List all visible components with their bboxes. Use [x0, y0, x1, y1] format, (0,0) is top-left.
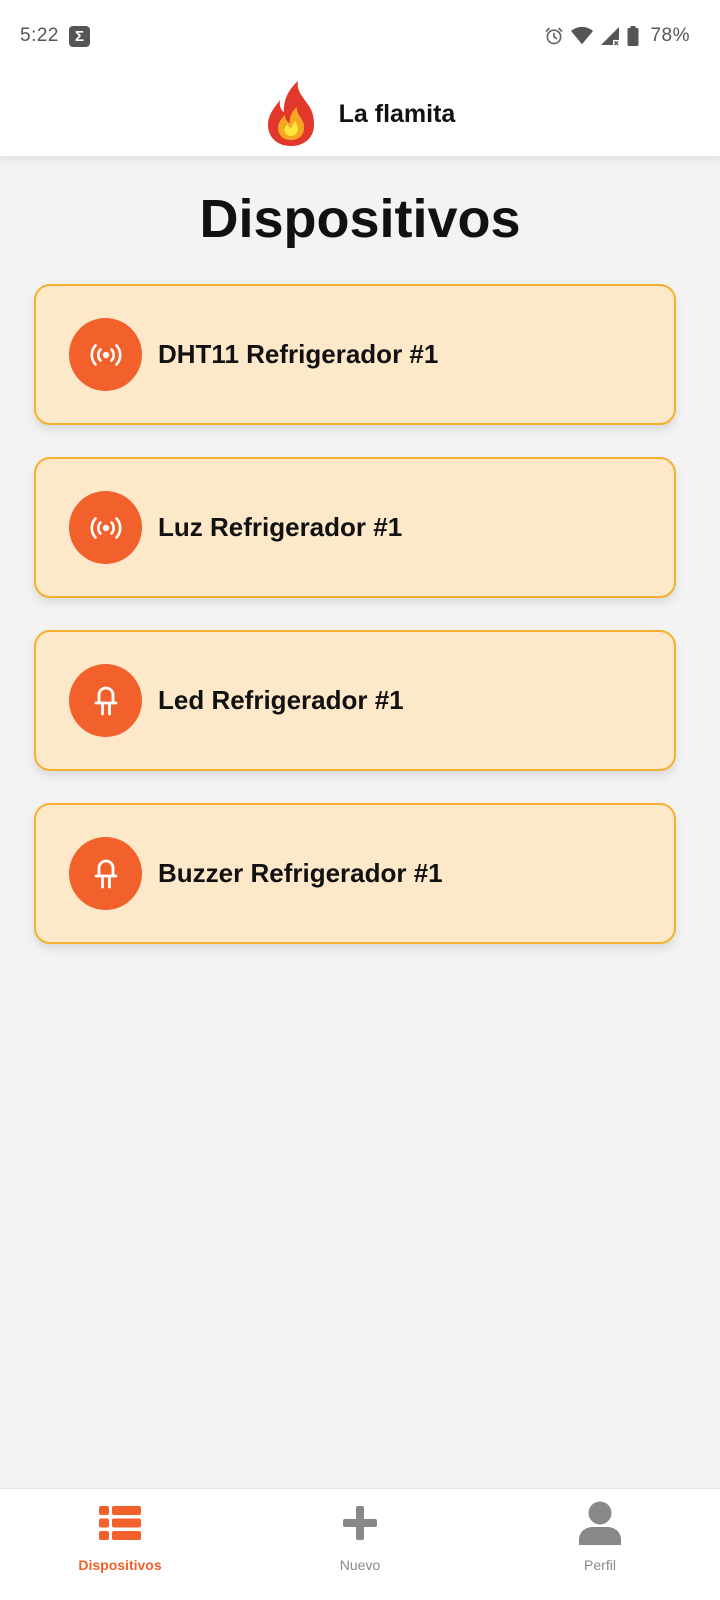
alarm-icon — [546, 27, 563, 45]
device-card[interactable]: Led Refrigerador #1 — [34, 630, 676, 771]
list-icon — [99, 1501, 141, 1545]
cell-signal-icon — [601, 27, 620, 46]
user-icon — [579, 1501, 621, 1545]
device-name: Led Refrigerador #1 — [158, 685, 404, 715]
app-header: La flamita — [0, 72, 720, 158]
nav-item-dispositivos[interactable]: Dispositivos — [30, 1489, 210, 1573]
status-time: 5:22 — [20, 25, 59, 46]
device-card[interactable]: DHT11 Refrigerador #1 — [34, 284, 676, 425]
flame-icon — [267, 81, 314, 146]
nav-item-perfil[interactable]: Perfil — [510, 1489, 690, 1573]
main-content: Dispositivos DHT11 Refrigerador #1 Luz R… — [30, 178, 690, 1478]
device-list: DHT11 Refrigerador #1 Luz Refrigerador #… — [30, 284, 690, 944]
status-left: 5:22 Σ — [20, 25, 90, 47]
status-right: 78% — [544, 25, 690, 47]
wifi-icon — [571, 26, 594, 45]
nav-label: Nuevo — [339, 1557, 381, 1573]
device-name: Buzzer Refrigerador #1 — [158, 858, 443, 888]
status-bar: 5:22 Σ 78% — [0, 0, 720, 72]
led-icon — [69, 837, 142, 910]
bottom-nav: Dispositivos Nuevo Perfil — [0, 1488, 720, 1600]
nav-label: Perfil — [584, 1557, 616, 1573]
nav-item-nuevo[interactable]: Nuevo — [270, 1489, 450, 1573]
sensor-broadcast-icon — [69, 491, 142, 564]
device-card[interactable]: Buzzer Refrigerador #1 — [34, 803, 676, 944]
device-name: Luz Refrigerador #1 — [158, 512, 403, 542]
app-title: La flamita — [338, 99, 456, 128]
device-name: DHT11 Refrigerador #1 — [158, 339, 439, 369]
led-icon — [69, 664, 142, 737]
page-title: Dispositivos — [199, 189, 521, 249]
device-card[interactable]: Luz Refrigerador #1 — [34, 457, 676, 598]
nav-label: Dispositivos — [78, 1557, 162, 1573]
sensor-broadcast-icon — [69, 318, 142, 391]
battery-percent: 78% — [650, 25, 690, 46]
battery-icon — [627, 26, 639, 46]
plus-icon — [343, 1501, 377, 1545]
notification-icon: Σ — [68, 25, 90, 47]
